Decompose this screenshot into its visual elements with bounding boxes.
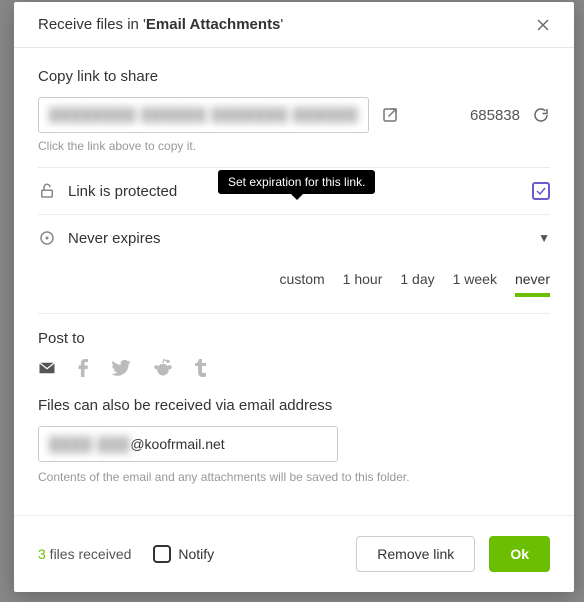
share-code: 685838 (470, 107, 520, 124)
timer-icon (38, 229, 68, 247)
lock-icon (38, 182, 68, 200)
notify-checkbox[interactable]: Notify (153, 545, 214, 563)
expire-1day[interactable]: 1 day (400, 271, 434, 297)
protection-row: Link is protected Set expiration for thi… (38, 167, 550, 214)
chevron-down-icon[interactable]: ▼ (538, 231, 550, 245)
copy-link-title: Copy link to share (38, 68, 550, 85)
modal-body: Copy link to share ████████ ██████ █████… (14, 48, 574, 515)
modal-footer: 3 files received Notify Remove link Ok (14, 515, 574, 592)
email-title: Files can also be received via email add… (38, 397, 550, 414)
remove-link-button[interactable]: Remove link (356, 536, 475, 572)
tumblr-icon[interactable] (195, 359, 207, 377)
expire-1hour[interactable]: 1 hour (343, 271, 383, 297)
open-external-icon[interactable] (381, 106, 399, 124)
receive-email-input[interactable]: ████ ███@koofrmail.net (38, 426, 338, 462)
expiration-options: custom 1 hour 1 day 1 week never (38, 261, 550, 313)
twitter-icon[interactable] (111, 359, 131, 377)
close-icon[interactable] (536, 18, 550, 32)
ok-button[interactable]: Ok (489, 536, 550, 572)
expire-custom[interactable]: custom (280, 271, 325, 297)
share-modal: Receive files in 'Email Attachments' Cop… (14, 2, 574, 592)
facebook-icon[interactable] (78, 359, 89, 377)
link-row: ████████ ██████ ███████ ██████ 685838 (38, 97, 550, 133)
reddit-icon[interactable] (153, 359, 173, 377)
notify-label: Notify (178, 546, 214, 562)
expiration-label: Never expires (68, 230, 538, 247)
refresh-icon[interactable] (532, 106, 550, 124)
protection-checkbox[interactable] (532, 182, 550, 200)
post-to-title: Post to (38, 330, 550, 347)
expiration-tooltip: Set expiration for this link. (218, 170, 375, 194)
expiration-row[interactable]: Never expires ▼ (38, 214, 550, 261)
expire-never[interactable]: never (515, 271, 550, 297)
social-row (38, 359, 550, 377)
mail-icon[interactable] (38, 359, 56, 377)
modal-header: Receive files in 'Email Attachments' (14, 2, 574, 48)
email-hint: Contents of the email and any attachment… (38, 470, 550, 484)
files-received: 3 files received (38, 546, 131, 562)
modal-title: Receive files in 'Email Attachments' (38, 16, 283, 33)
copy-hint: Click the link above to copy it. (38, 139, 550, 153)
checkbox-icon (153, 545, 171, 563)
share-link-input[interactable]: ████████ ██████ ███████ ██████ (38, 97, 369, 133)
expire-1week[interactable]: 1 week (453, 271, 497, 297)
